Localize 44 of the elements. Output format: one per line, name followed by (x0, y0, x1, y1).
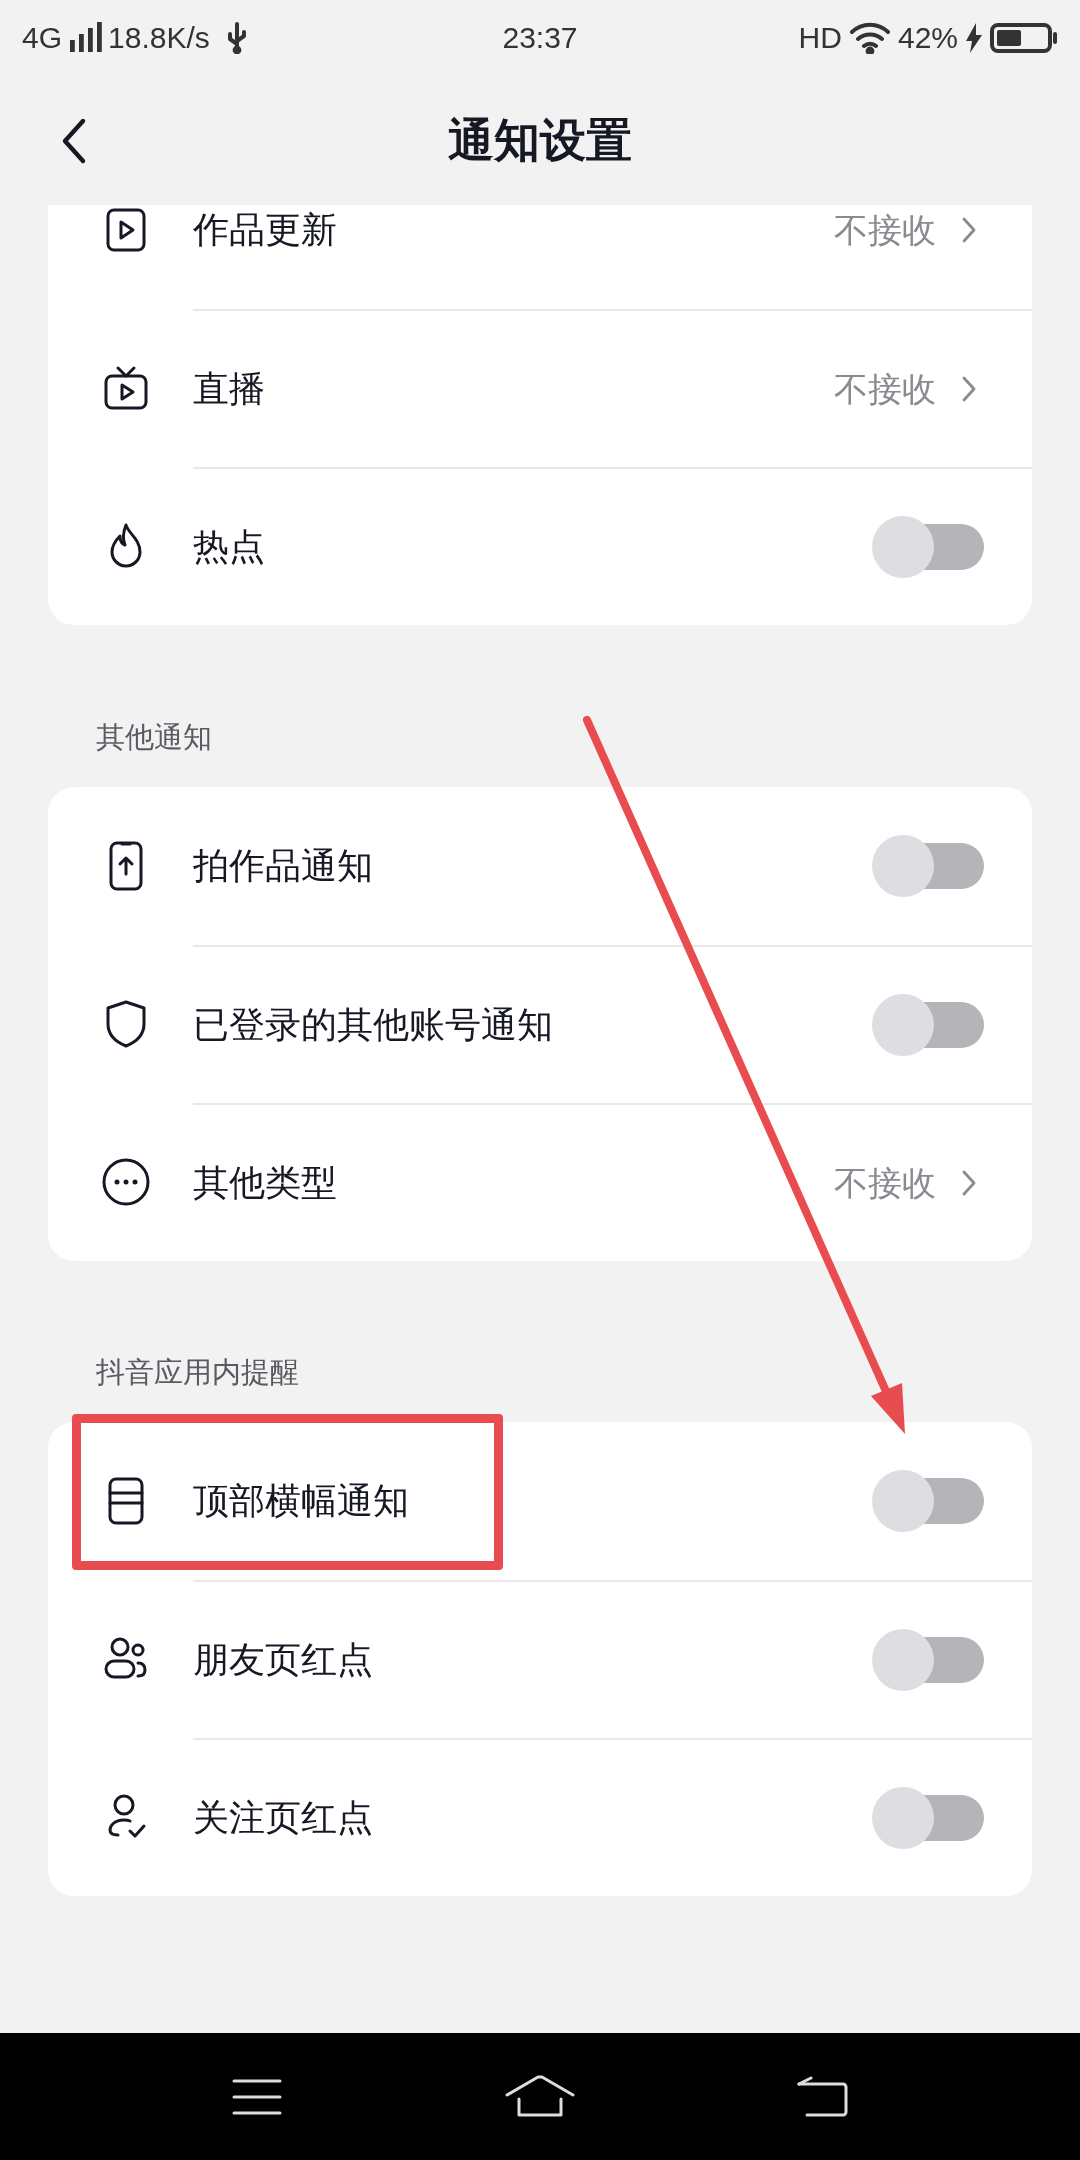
settings-row[interactable]: 直播 不接收 (48, 309, 1032, 467)
row-label: 热点 (193, 525, 265, 569)
toggle-switch[interactable] (872, 1787, 984, 1849)
more-circle-icon (100, 1156, 152, 1208)
settings-row[interactable]: 关注页红点 (48, 1738, 1032, 1896)
row-label: 作品更新 (193, 208, 337, 252)
chevron-right-icon (962, 217, 976, 243)
row-label: 关注页红点 (193, 1796, 373, 1840)
toggle-switch[interactable] (872, 994, 984, 1056)
battery-percent: 42% (897, 20, 958, 56)
row-value: 不接收 (834, 1162, 936, 1204)
clock: 23:37 (502, 20, 578, 56)
row-label: 朋友页红点 (193, 1638, 373, 1682)
row-value: 不接收 (834, 209, 936, 251)
charging-icon (966, 22, 982, 53)
chevron-right-icon (962, 1170, 976, 1196)
wifi-icon (849, 21, 890, 54)
settings-row[interactable]: 顶部横幅通知 (48, 1422, 1032, 1580)
row-label: 其他类型 (193, 1161, 337, 1205)
signal-icon (68, 21, 103, 54)
section-header: 其他通知 (96, 720, 213, 755)
page-title: 通知设置 (448, 112, 632, 168)
settings-row[interactable]: 热点 (48, 467, 1032, 625)
hd-indicator: HD (798, 20, 842, 56)
settings-row[interactable]: 已登录的其他账号通知 (48, 945, 1032, 1103)
row-label: 已登录的其他账号通知 (193, 1003, 553, 1047)
toggle-switch[interactable] (872, 835, 984, 897)
usb-icon (225, 21, 248, 54)
section-header: 抖音应用内提醒 (96, 1355, 300, 1390)
settings-row[interactable]: 拍作品通知 (48, 787, 1032, 945)
settings-row[interactable]: 作品更新 不接收 (48, 205, 1032, 309)
settings-row[interactable]: 朋友页红点 (48, 1580, 1032, 1738)
chevron-right-icon (962, 376, 976, 402)
settings-row[interactable]: 其他类型 不接收 (48, 1103, 1032, 1261)
battery-icon (990, 21, 1058, 54)
network-speed: 18.8K/s (108, 20, 210, 56)
row-label: 顶部横幅通知 (193, 1479, 409, 1523)
toggle-switch[interactable] (872, 1629, 984, 1691)
row-label: 拍作品通知 (193, 844, 373, 888)
row-value: 不接收 (834, 368, 936, 410)
row-label: 直播 (193, 367, 265, 411)
toggle-switch[interactable] (872, 1470, 984, 1532)
toggle-switch[interactable] (872, 516, 984, 578)
network-type: 4G (22, 20, 63, 56)
